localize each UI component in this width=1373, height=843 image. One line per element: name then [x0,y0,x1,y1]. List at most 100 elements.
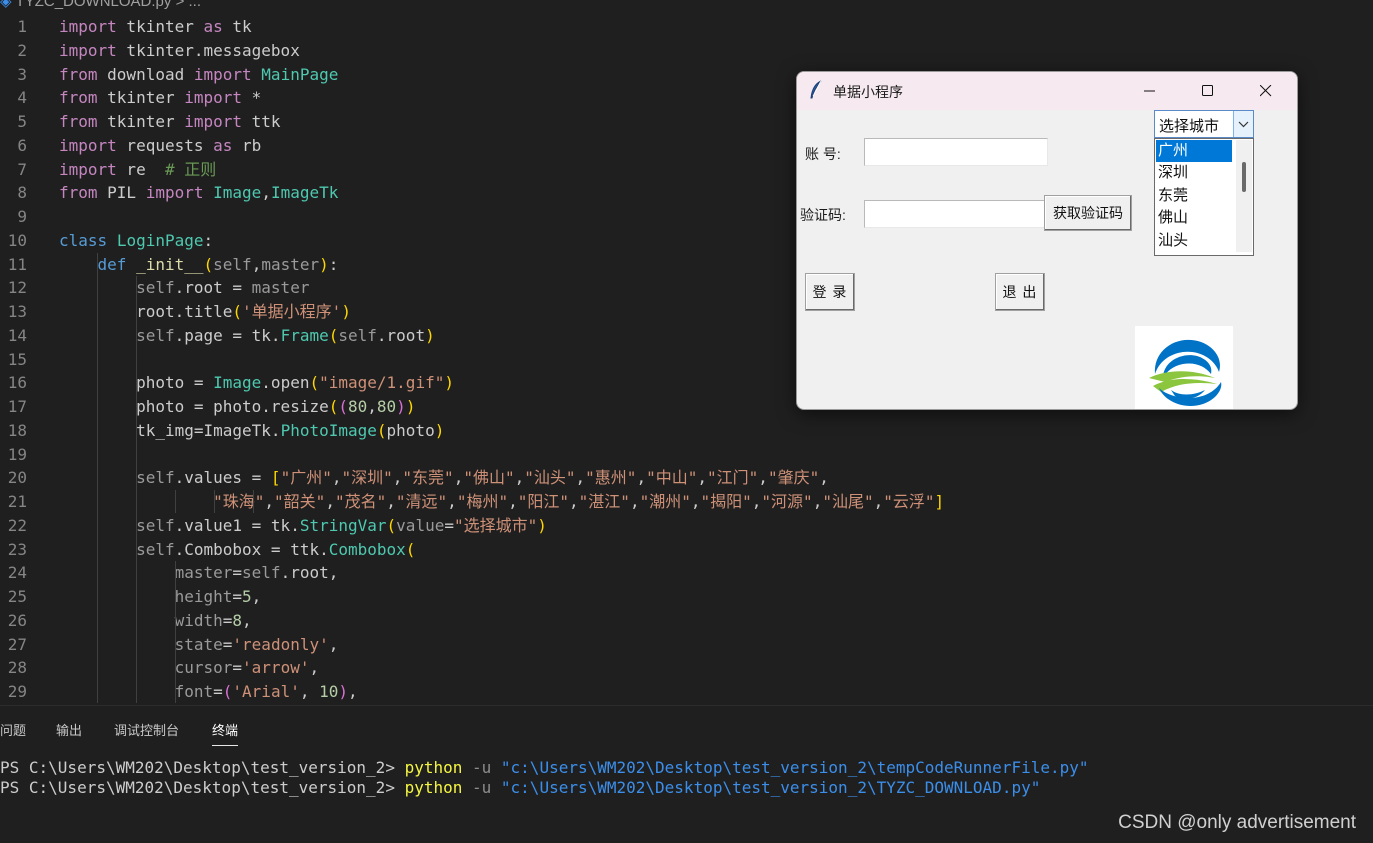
tab-output[interactable]: 输出 [56,720,82,739]
line-number: 29 [7,682,27,701]
code-text: height=5, [174,587,262,606]
window-titlebar[interactable]: 单据小程序 [797,72,1297,110]
code-text: font=('Arial', 10), [174,682,358,701]
bottom-panel: 问题 输出 调试控制台 终端 PS C:\Users\WM202\Desktop… [0,705,1373,843]
city-dropdown-list[interactable]: 广州 深圳 东莞 佛山 汕头 [1154,138,1254,256]
line-number: 5 [17,112,27,131]
code-line: 28 cursor='arrow', [0,656,1373,679]
code-line: 27 state='readonly', [0,633,1373,656]
watermark: CSDN @only advertisement [1118,812,1356,833]
tab-problems[interactable]: 问题 [0,720,26,739]
chevron-down-icon [1238,121,1249,128]
code-text: cursor='arrow', [174,658,320,677]
code-text: "珠海","韶关","茂名","清远","梅州","阳江","湛江","潮州",… [213,492,945,511]
breadcrumb[interactable]: ◈ TYZC_DOWNLOAD.py > ... [0,0,201,10]
code-line: 19 [0,443,1373,466]
code-text: self.Combobox = ttk.Combobox( [136,540,416,559]
line-number: 15 [7,350,27,369]
line-number: 16 [7,373,27,392]
code-text: class LoginPage: [59,231,214,250]
code-text: from tkinter import * [59,88,262,107]
line-number: 7 [17,160,27,179]
minimize-icon [1144,90,1155,92]
city-option[interactable]: 广州 [1156,140,1232,162]
login-button[interactable]: 登 录 [805,273,855,311]
line-number: 11 [7,255,27,274]
code-text: from PIL import Image,ImageTk [59,183,339,202]
account-label: 账 号: [805,146,841,162]
code-line: 23 self.Combobox = ttk.Combobox( [0,538,1373,561]
company-logo-icon [1149,339,1222,407]
line-number: 10 [7,231,27,250]
line-number: 3 [17,65,27,84]
code-line: 25 height=5, [0,585,1373,608]
maximize-button[interactable] [1185,72,1231,110]
breadcrumb-rest[interactable]: > ... [176,0,201,10]
line-number: 25 [7,587,27,606]
code-text: tk_img=ImageTk.PhotoImage(photo) [59,421,445,440]
code-text: self.value1 = tk.StringVar(value="选择城市") [136,516,547,535]
close-icon [1260,85,1272,97]
line-number: 26 [7,611,27,630]
city-option[interactable]: 东莞 [1156,185,1232,207]
code-text: photo = photo.resize((80,80)) [59,397,416,416]
scrollbar-thumb[interactable] [1242,162,1246,192]
city-option[interactable]: 汕头 [1156,230,1232,252]
line-number: 22 [7,516,27,535]
line-number: 20 [7,468,27,487]
line-number: 14 [7,326,27,345]
line-number: 12 [7,278,27,297]
company-logo-image [1135,326,1233,409]
code-line: 22 self.value1 = tk.StringVar(value="选择城… [0,514,1373,537]
exit-button[interactable]: 退 出 [995,273,1045,311]
code-text: from tkinter import ttk [59,112,281,131]
line-number: 21 [7,492,27,511]
code-text: root.title('单据小程序') [59,302,351,321]
dropdown-scrollbar[interactable] [1236,140,1252,252]
captcha-input[interactable] [864,200,1048,228]
feather-icon [809,80,823,105]
code-text: master=self.root, [174,563,339,582]
terminal-line: PS C:\Users\WM202\Desktop\test_version_2… [0,778,1041,797]
line-number: 2 [17,41,27,60]
code-text: photo = Image.open("image/1.gif") [59,373,454,392]
line-number: 17 [7,397,27,416]
city-combobox[interactable]: 选择城市 [1154,110,1254,138]
code-text: import tkinter.messagebox [59,41,300,60]
line-number: 6 [17,136,27,155]
tab-terminal[interactable]: 终端 [212,720,239,746]
line-number: 9 [17,207,27,226]
code-text: self.page = tk.Frame(self.root) [136,326,435,345]
code-text: import re # 正则 [59,160,217,179]
code-line: 2 import tkinter.messagebox [0,39,1373,62]
line-number: 23 [7,540,27,559]
terminal-line: PS C:\Users\WM202\Desktop\test_version_2… [0,758,1089,777]
code-text: from download import MainPage [59,65,339,84]
code-line: 24 master=self.root, [0,561,1373,584]
line-number: 18 [7,421,27,440]
combobox-dropdown-button[interactable] [1233,111,1253,137]
line-number: 27 [7,635,27,654]
line-number: 19 [7,445,27,464]
captcha-label: 验证码: [800,207,846,223]
python-file-icon: ◈ [0,0,12,10]
maximize-icon [1202,85,1213,96]
code-line: 20 self.values = ["广州","深圳","东莞","佛山","汕… [0,466,1373,489]
line-number: 1 [17,17,27,36]
minimize-button[interactable] [1127,72,1173,110]
get-captcha-button[interactable]: 获取验证码 [1044,195,1132,231]
line-number: 28 [7,658,27,677]
breadcrumb-file[interactable]: TYZC_DOWNLOAD.py [16,0,172,10]
city-combobox-value: 选择城市 [1159,118,1220,135]
city-option[interactable]: 佛山 [1156,207,1232,229]
code-text: width=8, [174,611,252,630]
close-button[interactable] [1243,72,1289,110]
line-number: 24 [7,563,27,582]
code-text: import tkinter as tk [59,17,252,36]
window-title: 单据小程序 [833,84,903,100]
tab-debug-console[interactable]: 调试控制台 [114,720,179,739]
account-input[interactable] [864,138,1048,166]
tk-window[interactable]: 单据小程序 账 号: 验证码: 获取验证码 登 录 退 出 选择城市 广州 深圳… [796,71,1298,410]
code-text: state='readonly', [174,635,339,654]
city-option[interactable]: 深圳 [1156,162,1232,184]
